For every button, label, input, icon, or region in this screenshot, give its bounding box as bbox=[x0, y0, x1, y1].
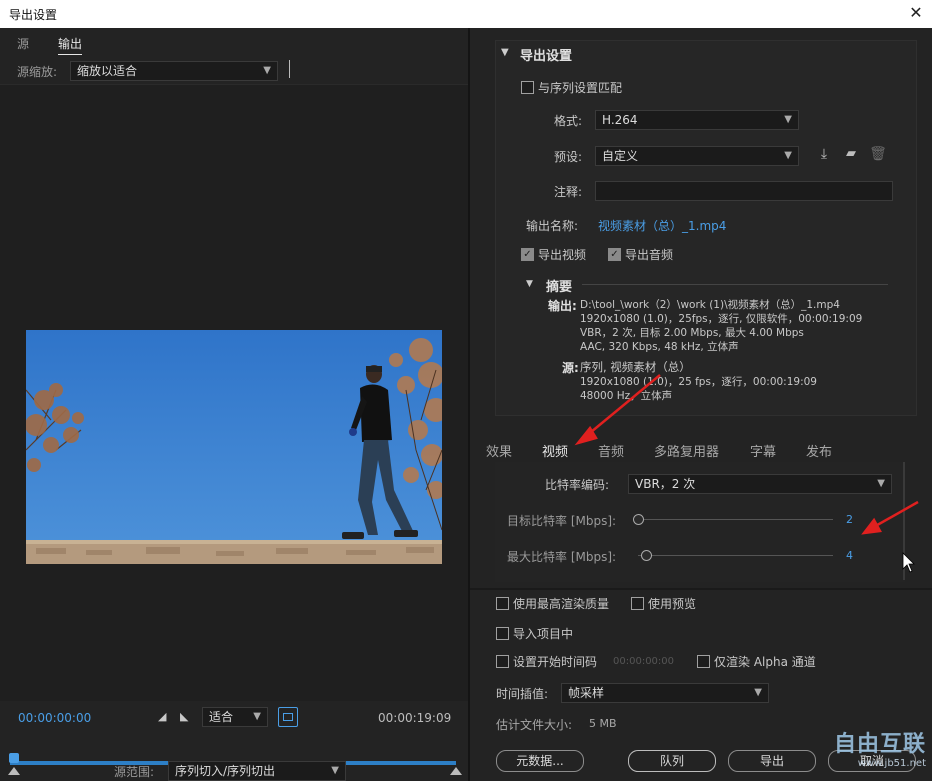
annotation-arrows bbox=[574, 374, 919, 573]
watermark-logo: 自由互联 www.jb51.net bbox=[834, 726, 926, 769]
mouse-cursor-icon bbox=[902, 552, 915, 573]
arrow-to-bitrate bbox=[861, 500, 919, 535]
watermark-sub: www.jb51.net bbox=[857, 758, 926, 769]
watermark-text: 自由互联 bbox=[833, 732, 926, 757]
arrow-to-video-tab bbox=[574, 374, 661, 446]
